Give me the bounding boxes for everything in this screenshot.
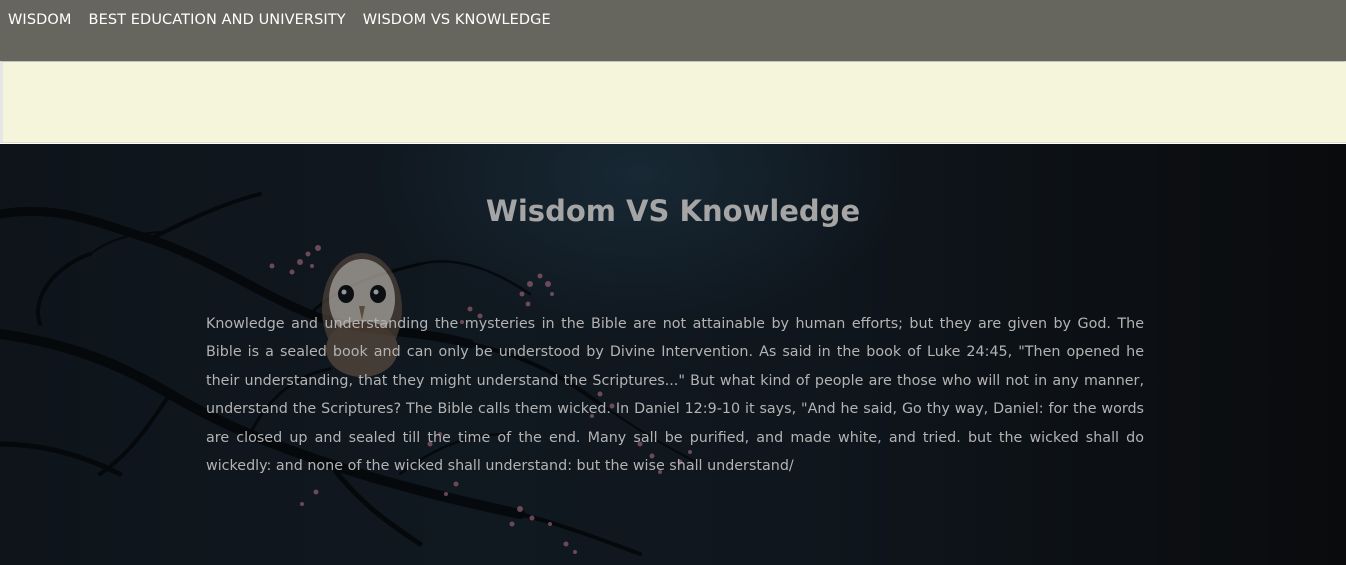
article-paragraph: Knowledge and understanding the mysterie… [206,316,1144,475]
nav-link-wisdom-vs-knowledge[interactable]: WISDOM VS KNOWLEDGE [363,12,551,28]
nav-link-wisdom[interactable]: WISDOM [8,12,72,28]
page-title: Wisdom VS Knowledge [485,194,861,228]
banner-area [0,62,1346,143]
top-navigation-bar: WISDOM BEST EDUCATION AND UNIVERSITY WIS… [0,0,1346,61]
hero-section: Wisdom VS Knowledge Knowledge and unders… [0,144,1346,565]
main-nav: WISDOM BEST EDUCATION AND UNIVERSITY WIS… [0,0,1346,28]
nav-link-best-education[interactable]: BEST EDUCATION AND UNIVERSITY [89,12,346,28]
